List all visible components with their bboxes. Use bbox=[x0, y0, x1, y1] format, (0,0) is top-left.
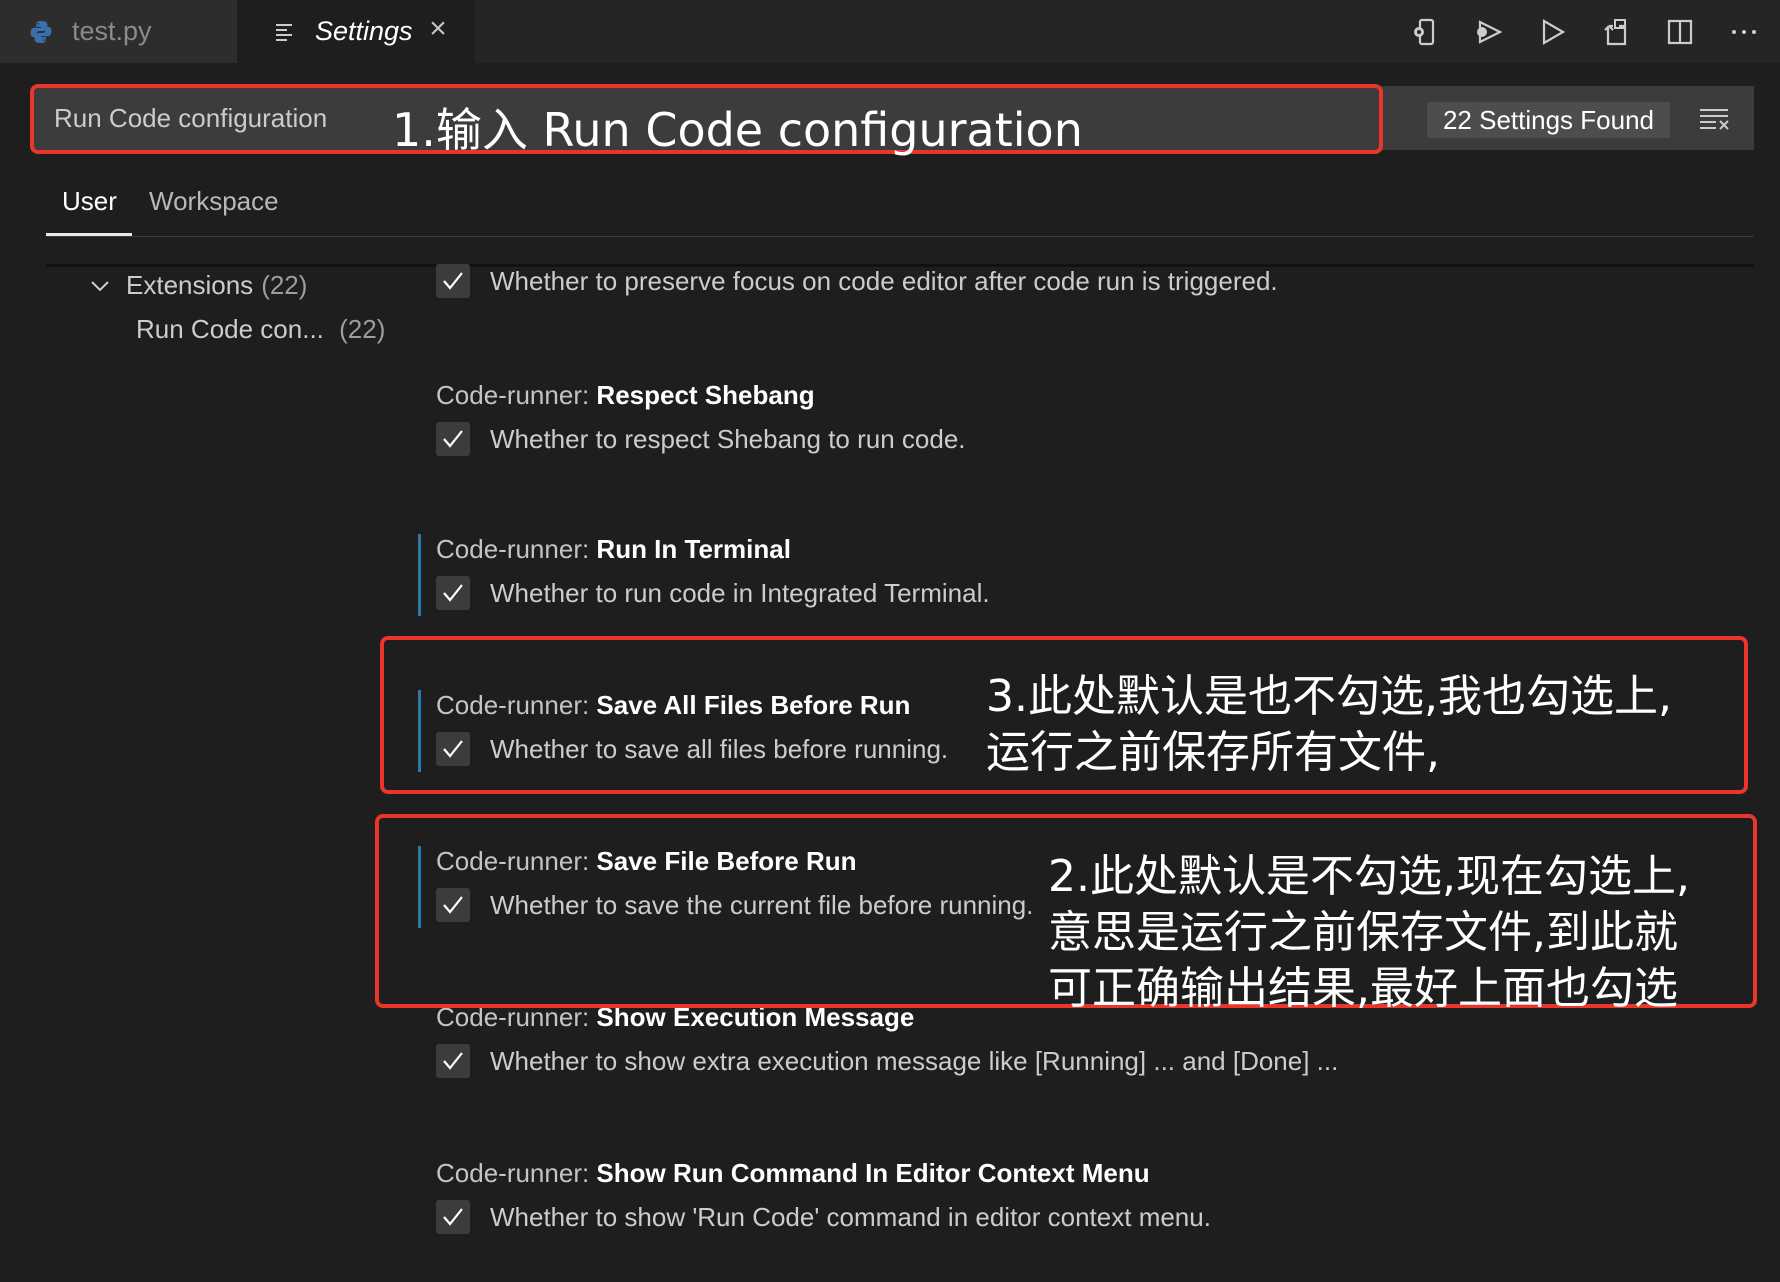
tab-workspace[interactable]: Workspace bbox=[149, 186, 279, 217]
toc-label: Extensions bbox=[126, 270, 254, 300]
tab-user[interactable]: User bbox=[62, 186, 117, 217]
settings-lines-icon bbox=[276, 23, 292, 41]
checkmark-icon bbox=[443, 272, 463, 290]
annotation-step2-line3: 可正确输出结果,最好上面也勾选 bbox=[1048, 963, 1678, 1014]
checkmark-icon bbox=[443, 430, 463, 448]
tab-label: Settings bbox=[315, 16, 413, 46]
annotation-step1: 1.输入 Run Code configuration bbox=[392, 103, 1083, 157]
toc-label: Run Code con... bbox=[136, 314, 324, 344]
checkbox[interactable] bbox=[436, 576, 470, 610]
checkmark-icon bbox=[443, 584, 463, 602]
checkbox[interactable] bbox=[436, 264, 470, 298]
setting-title: Code-runner: Respect Shebang bbox=[436, 380, 815, 410]
setting-row: Whether to respect Shebang to run code. bbox=[436, 422, 966, 456]
remote-device-icon[interactable] bbox=[1406, 14, 1442, 50]
toc-run-code[interactable]: Run Code con... (22) bbox=[136, 314, 385, 345]
chevron-down-icon bbox=[91, 280, 109, 291]
toc-count: (22) bbox=[261, 270, 308, 300]
setting-row: Whether to show 'Run Code' command in ed… bbox=[436, 1200, 1211, 1234]
checkbox[interactable] bbox=[436, 422, 470, 456]
run-debug-icon[interactable] bbox=[1470, 14, 1506, 50]
close-icon[interactable]: × bbox=[423, 14, 453, 44]
editor-actions bbox=[1378, 0, 1780, 63]
checkmark-icon bbox=[443, 1208, 463, 1226]
tab-settings[interactable]: Settings × bbox=[237, 0, 475, 63]
annotation-step2-line2: 意思是运行之前保存文件,到此就 bbox=[1048, 907, 1678, 958]
tab-label: test.py bbox=[72, 16, 152, 46]
setting-description: Whether to run code in Integrated Termin… bbox=[490, 577, 990, 608]
toc-count: (22) bbox=[339, 314, 386, 344]
setting-row: Whether to preserve focus on code editor… bbox=[436, 264, 1278, 298]
checkbox[interactable] bbox=[436, 1200, 470, 1234]
annotation-step3-line1: 3.此处默认是也不勾选,我也勾选上, bbox=[986, 671, 1672, 722]
setting-description: Whether to respect Shebang to run code. bbox=[490, 423, 966, 454]
open-settings-json-icon[interactable] bbox=[1598, 14, 1634, 50]
run-icon[interactable] bbox=[1534, 14, 1570, 50]
setting-description: Whether to preserve focus on code editor… bbox=[490, 265, 1278, 296]
results-count-badge: 22 Settings Found bbox=[1426, 102, 1670, 138]
annotation-step3-line2: 运行之前保存所有文件, bbox=[986, 727, 1440, 778]
clear-filter-icon[interactable] bbox=[1698, 104, 1730, 134]
editor-tab-bar: test.py Settings × bbox=[0, 0, 1780, 63]
more-actions-icon[interactable] bbox=[1726, 14, 1762, 50]
divider bbox=[46, 236, 1754, 237]
split-editor-icon[interactable] bbox=[1662, 14, 1698, 50]
setting-description: Whether to show extra execution message … bbox=[490, 1045, 1339, 1076]
python-icon bbox=[30, 20, 52, 43]
checkmark-icon bbox=[443, 1052, 463, 1070]
toc-extensions[interactable]: Extensions (22) bbox=[88, 270, 307, 301]
tab-test-py[interactable]: test.py bbox=[0, 0, 237, 63]
setting-description: Whether to show 'Run Code' command in ed… bbox=[490, 1201, 1211, 1232]
setting-row: Whether to run code in Integrated Termin… bbox=[436, 576, 990, 610]
modified-indicator bbox=[418, 534, 421, 616]
setting-title: Code-runner: Run In Terminal bbox=[436, 534, 791, 564]
setting-row: Whether to show extra execution message … bbox=[436, 1044, 1338, 1078]
setting-title: Code-runner: Show Run Command In Editor … bbox=[436, 1158, 1150, 1188]
annotation-step2-line1: 2.此处默认是不勾选,现在勾选上, bbox=[1048, 851, 1690, 902]
checkbox[interactable] bbox=[436, 1044, 470, 1078]
